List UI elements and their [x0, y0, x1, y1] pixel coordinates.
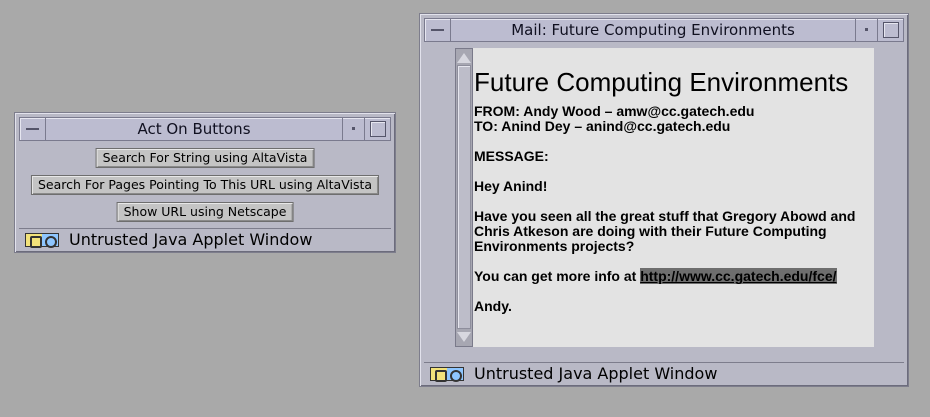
message-label: MESSAGE:	[474, 148, 549, 164]
mail-window: Mail: Future Computing Environments Futu…	[419, 13, 909, 387]
maximize-icon[interactable]	[364, 118, 390, 140]
mail-content: Future Computing Environments FROM: Andy…	[473, 48, 874, 347]
mail-header-lines: FROM: Andy Wood – amw@cc.gatech.edu TO: …	[474, 104, 874, 134]
applet-warning-text: Untrusted Java Applet Window	[474, 364, 718, 383]
applet-warning-text: Untrusted Java Applet Window	[69, 230, 313, 249]
window-menu-icon[interactable]	[425, 19, 451, 41]
from-line: FROM: Andy Wood – amw@cc.gatech.edu	[474, 103, 755, 119]
to-line: TO: Anind Dey – anind@cc.gatech.edu	[474, 118, 731, 134]
search-string-altavista-button[interactable]: Search For String using AltaVista	[95, 148, 315, 168]
more-info-line: You can get more info at http://www.cc.g…	[474, 268, 874, 284]
applet-warning-bar: Untrusted Java Applet Window	[19, 228, 391, 250]
minimize-icon[interactable]	[855, 19, 877, 41]
java-applet-icon	[430, 367, 464, 382]
greeting: Hey Anind!	[474, 178, 548, 194]
message-body: Have you seen all the great stuff that G…	[474, 208, 856, 254]
signature: Andy.	[474, 298, 512, 314]
applet-warning-bar: Untrusted Java Applet Window	[424, 362, 904, 384]
act-window-title: Act On Buttons	[137, 120, 251, 138]
vertical-scrollbar[interactable]	[455, 48, 473, 347]
scroll-thumb[interactable]	[457, 65, 471, 329]
mail-heading: Future Computing Environments	[474, 67, 849, 97]
mail-window-title: Mail: Future Computing Environments	[511, 21, 795, 39]
act-on-buttons-window: Act On Buttons Search For String using A…	[14, 112, 396, 253]
maximize-icon[interactable]	[877, 19, 903, 41]
act-window-titlebar[interactable]: Act On Buttons	[19, 117, 391, 141]
window-menu-icon[interactable]	[20, 118, 46, 140]
more-info-prefix: You can get more info at	[474, 268, 637, 284]
search-pages-pointing-altavista-button[interactable]: Search For Pages Pointing To This URL us…	[30, 175, 380, 195]
mail-window-titlebar[interactable]: Mail: Future Computing Environments	[424, 18, 904, 42]
fce-link[interactable]: http://www.cc.gatech.edu/fce/	[640, 268, 837, 284]
minimize-icon[interactable]	[342, 118, 364, 140]
scroll-up-arrow-icon[interactable]	[457, 50, 471, 64]
show-url-netscape-button[interactable]: Show URL using Netscape	[116, 202, 294, 222]
scroll-down-arrow-icon[interactable]	[457, 331, 471, 345]
java-applet-icon	[25, 233, 59, 248]
